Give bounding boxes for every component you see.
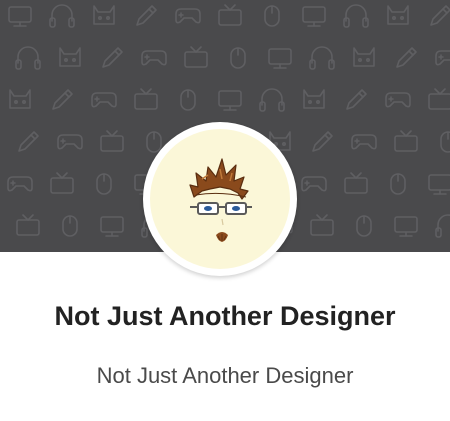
monitor-icon xyxy=(394,216,418,237)
tv-icon xyxy=(134,88,158,110)
profile-subtitle: Not Just Another Designer xyxy=(96,363,354,388)
gamepad-icon xyxy=(7,176,33,192)
pencil-icon xyxy=(102,47,123,68)
gamepad-icon xyxy=(301,176,327,192)
mouse-icon xyxy=(264,5,280,27)
cat-icon xyxy=(93,5,115,25)
profile-card: Not Just Another Designer Not Just Anoth… xyxy=(0,0,450,421)
designer-avatar-icon xyxy=(189,158,252,242)
gamepad-icon xyxy=(91,92,117,108)
pencil-icon xyxy=(396,47,417,68)
mouse-icon xyxy=(230,47,246,69)
monitor-icon xyxy=(268,48,292,69)
mouse-icon xyxy=(390,173,406,195)
monitor-icon xyxy=(428,174,450,195)
tv-icon xyxy=(184,46,208,68)
monitor-icon xyxy=(218,90,242,111)
tv-icon xyxy=(218,4,242,26)
pencil-icon xyxy=(18,131,39,152)
mouse-icon xyxy=(62,215,78,237)
pencil-icon xyxy=(52,89,73,110)
cat-icon xyxy=(59,47,81,67)
headphones-icon xyxy=(309,46,335,70)
headphones-icon xyxy=(15,46,41,70)
tv-icon xyxy=(394,130,418,152)
monitor-icon xyxy=(100,216,124,237)
mouse-icon xyxy=(180,89,196,111)
gamepad-icon xyxy=(141,50,167,66)
tv-icon xyxy=(100,130,124,152)
headphones-icon xyxy=(343,4,369,28)
tv-icon xyxy=(50,172,74,194)
cat-icon xyxy=(353,47,375,67)
monitor-icon xyxy=(8,6,32,27)
tv-icon xyxy=(344,172,368,194)
cat-icon xyxy=(387,5,409,25)
pencil-icon xyxy=(312,131,333,152)
pencil-icon xyxy=(136,5,157,26)
mouse-icon xyxy=(440,131,450,153)
gamepad-icon xyxy=(175,8,201,24)
headphones-icon xyxy=(49,4,75,28)
cat-icon xyxy=(303,89,325,109)
gamepad-icon xyxy=(385,92,411,108)
headphones-icon xyxy=(435,214,450,238)
pencil-icon xyxy=(346,89,367,110)
gamepad-icon xyxy=(435,50,450,66)
cat-icon xyxy=(9,89,31,109)
monitor-icon xyxy=(302,6,326,27)
avatar[interactable] xyxy=(143,122,297,276)
gamepad-icon xyxy=(351,134,377,150)
mouse-icon xyxy=(356,215,372,237)
headphones-icon xyxy=(259,88,285,112)
tv-icon xyxy=(428,88,450,110)
gamepad-icon xyxy=(57,134,83,150)
tv-icon xyxy=(310,214,334,236)
mouse-icon xyxy=(96,173,112,195)
pencil-icon xyxy=(430,5,450,26)
tv-icon xyxy=(16,214,40,236)
profile-name: Not Just Another Designer xyxy=(54,301,396,331)
avatar-image xyxy=(150,129,290,269)
